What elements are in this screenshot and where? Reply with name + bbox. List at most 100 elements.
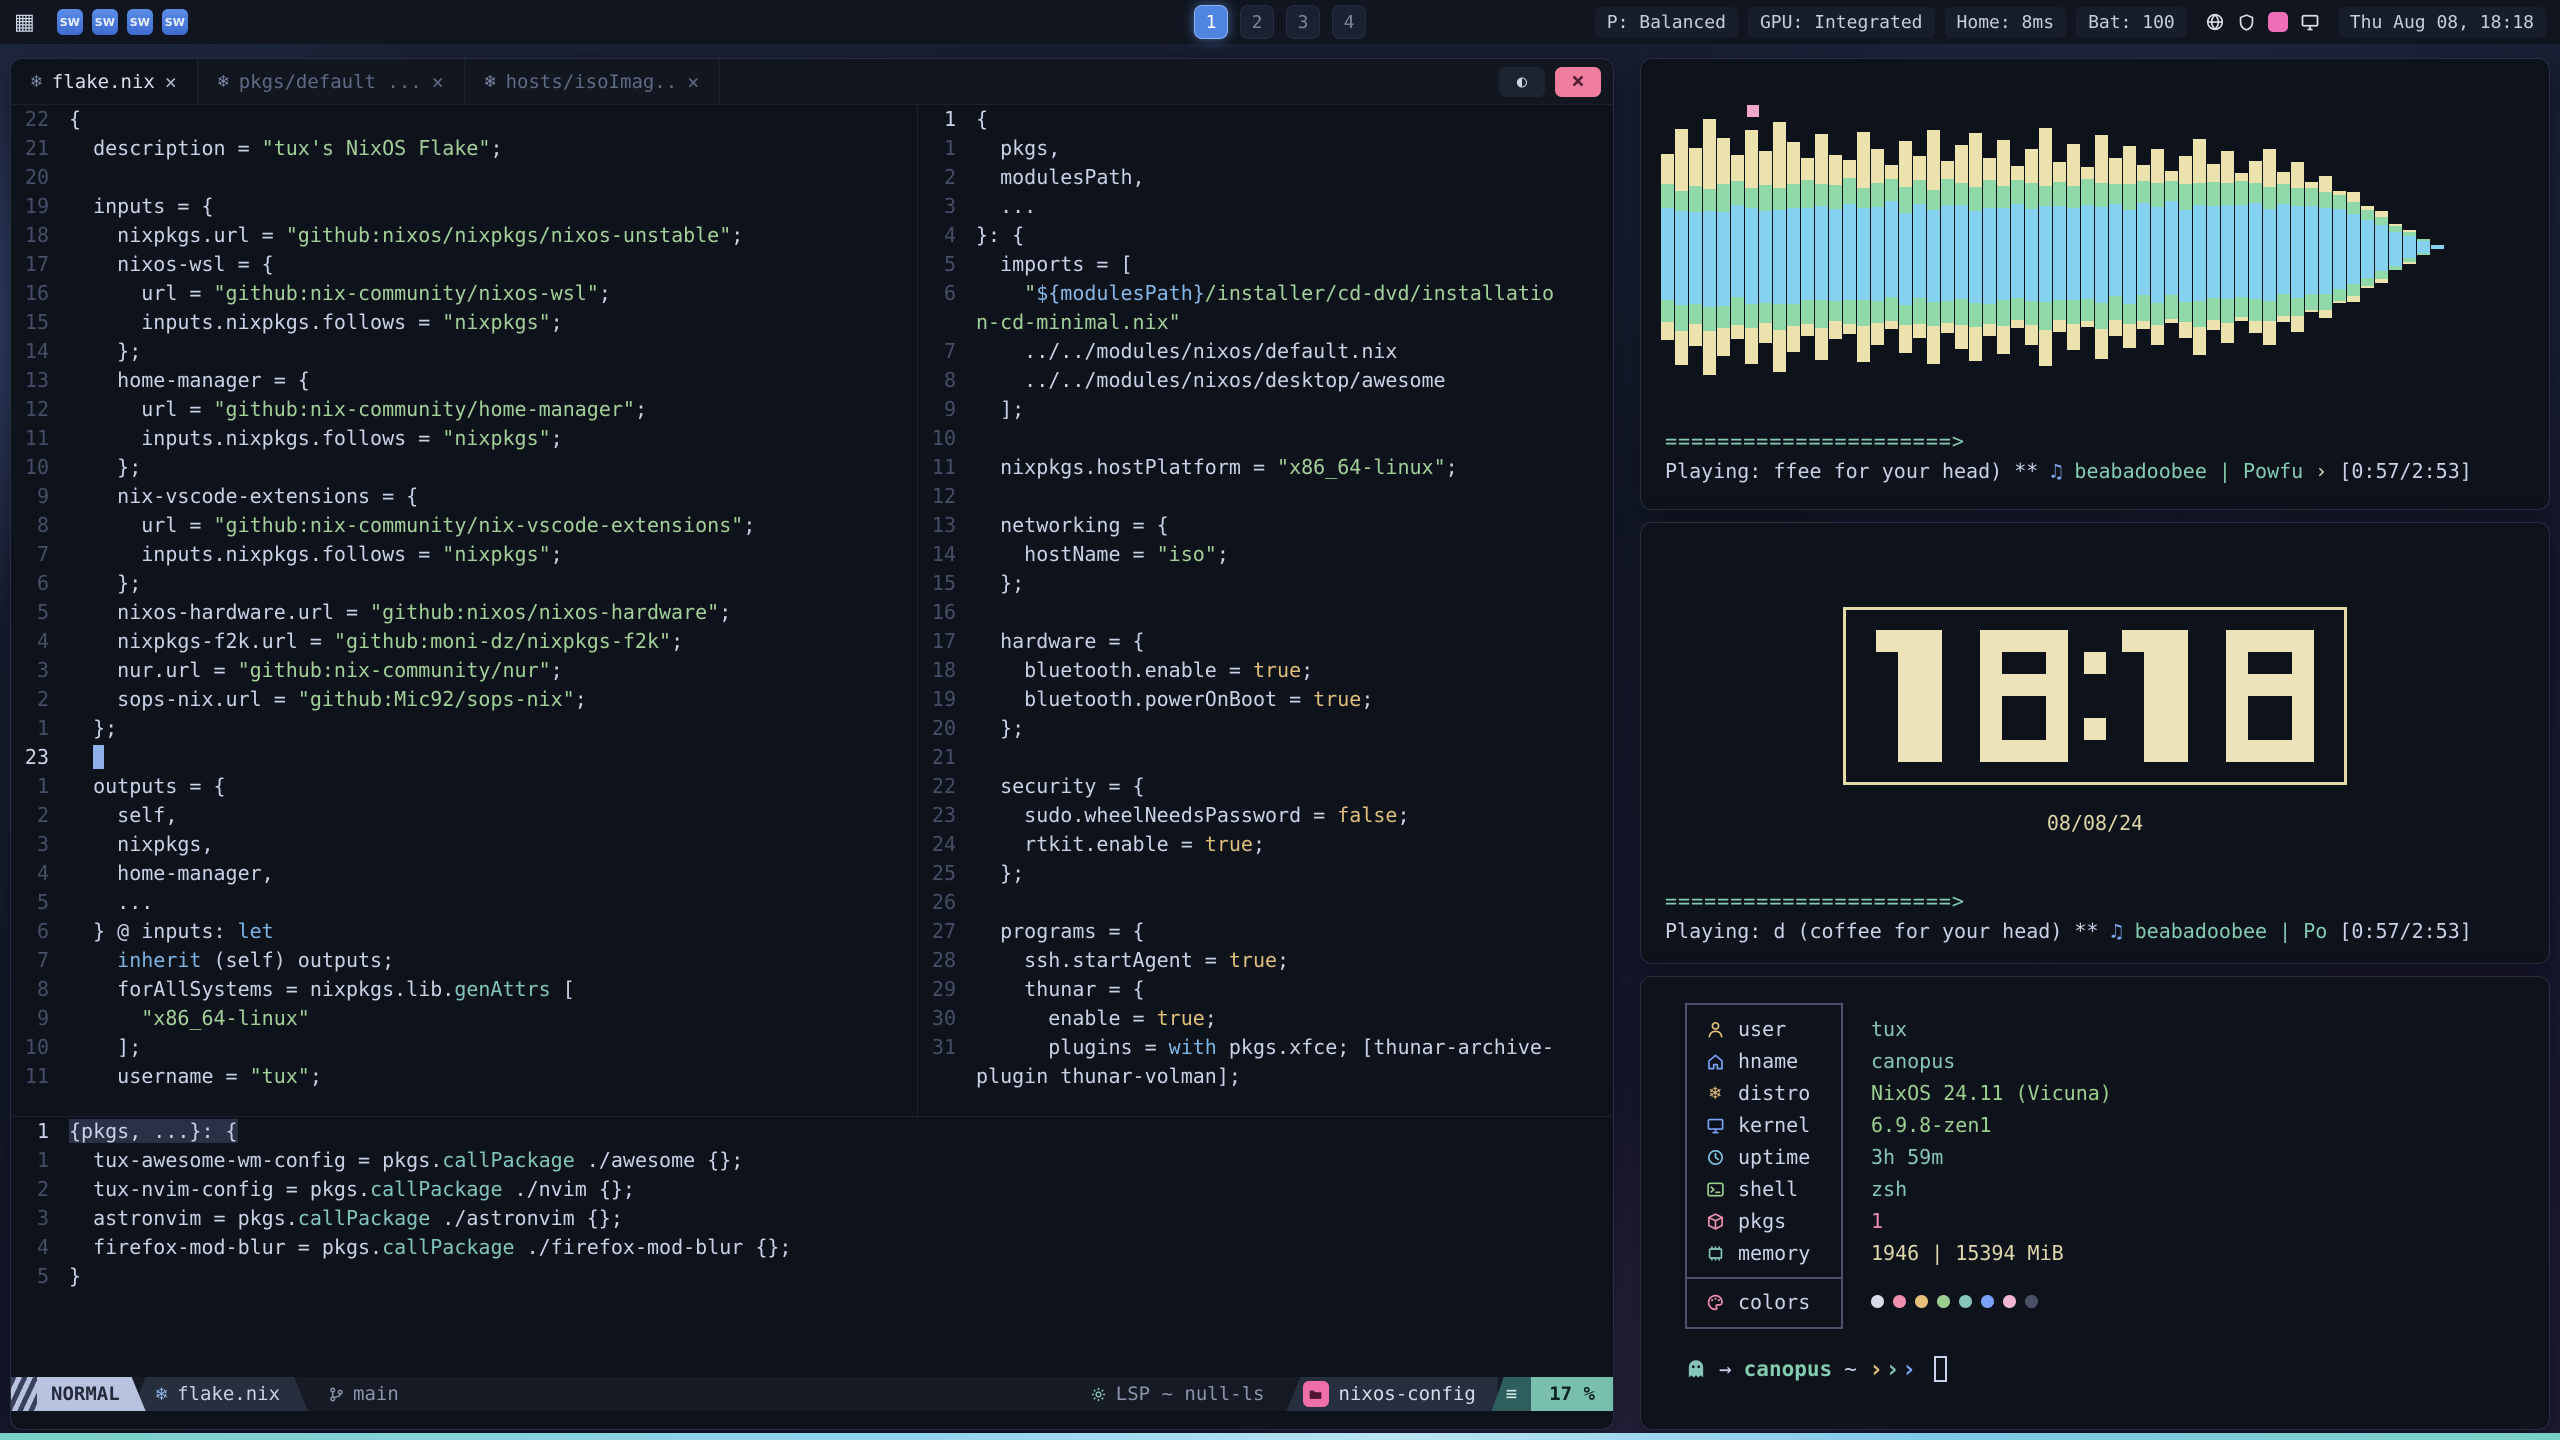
- line-number: 12: [918, 482, 976, 511]
- command-line[interactable]: [11, 1411, 1613, 1430]
- line-number: 25: [918, 859, 976, 888]
- viz-bar: [1731, 155, 1744, 339]
- branch-name: main: [353, 1383, 399, 1405]
- tab-close-icon[interactable]: ×: [432, 70, 444, 94]
- code-line: 5 nixos-hardware.url = "github:nixos/nix…: [11, 598, 917, 627]
- workspace-button-3[interactable]: 3: [1286, 5, 1320, 39]
- tab-label: hosts/isoImag..: [506, 71, 678, 93]
- editor-splits: 22{21 description = "tux's NixOS Flake";…: [11, 105, 1613, 1116]
- nix-icon: ❄: [156, 1383, 167, 1405]
- datetime-chip[interactable]: Thu Aug 08, 18:18: [2338, 7, 2546, 38]
- viz-bar: [1717, 138, 1730, 356]
- code-line: 10: [918, 424, 1613, 453]
- line-number: 23: [918, 801, 976, 830]
- workspace-button-2[interactable]: 2: [1240, 5, 1274, 39]
- line-number: 20: [11, 163, 69, 192]
- viz-bar: [1675, 129, 1688, 365]
- code-line: 25 };: [918, 859, 1613, 888]
- text-cursor: [93, 745, 104, 769]
- code-line: 15 inputs.nixpkgs.follows = "nixpkgs";: [11, 308, 917, 337]
- line-number: 1: [918, 105, 976, 134]
- line-number: 29: [918, 975, 976, 1004]
- fetch-icon: [1703, 1052, 1727, 1071]
- tabline: ❄flake.nix×❄pkgs/default ...×❄ hosts/isoI…: [11, 59, 1613, 105]
- shell-prompt[interactable]: →canopus~›››: [1685, 1355, 2549, 1383]
- line-number: 19: [11, 192, 69, 221]
- tab-1[interactable]: ❄flake.nix×: [11, 59, 198, 104]
- code-text: };: [69, 337, 141, 366]
- code-line: 9 nix-vscode-extensions = {: [11, 482, 917, 511]
- player-separator-2: ======================>: [1641, 889, 2549, 913]
- tab-close-icon[interactable]: ×: [687, 70, 699, 94]
- ghost-icon: [1685, 1358, 1707, 1380]
- viz-bar: [2277, 172, 2290, 322]
- nix-file-icon: ❄: [218, 71, 229, 92]
- pink-app-icon[interactable]: [2268, 12, 2288, 32]
- fetch-value-distro: NixOS 24.11 (Vicuna): [1871, 1077, 2112, 1109]
- workspace-button-1[interactable]: 1: [1194, 5, 1228, 39]
- code-text: };: [976, 569, 1024, 598]
- code-text: };: [69, 569, 141, 598]
- code-text: home-manager,: [69, 859, 274, 888]
- playing-segment: beabadoobee | Powfu: [2074, 459, 2315, 483]
- tag-icon-2[interactable]: SW: [92, 9, 118, 35]
- pane-flake-nix[interactable]: 22{21 description = "tux's NixOS Flake";…: [11, 105, 918, 1116]
- viz-bar: [2221, 151, 2234, 343]
- tab-3[interactable]: ❄hosts/isoImag..×: [465, 59, 720, 104]
- code-line: 6 } @ inputs: let: [11, 917, 917, 946]
- fetch-label: pkgs: [1738, 1209, 1786, 1233]
- workspace-button-4[interactable]: 4: [1332, 5, 1366, 39]
- code-line: 27 programs = {: [918, 917, 1613, 946]
- viz-bar: [1913, 156, 1926, 338]
- code-line: 19 inputs = {: [11, 192, 917, 221]
- code-line: 30 enable = true;: [918, 1004, 1613, 1033]
- tag-icon-1[interactable]: SW: [57, 9, 83, 35]
- branch-icon: [328, 1386, 345, 1403]
- network-globe-icon[interactable]: [2205, 12, 2225, 32]
- fetch-value-pkgs: 1: [1871, 1205, 2112, 1237]
- code-line: 2 self,: [11, 801, 917, 830]
- tag-icon-3[interactable]: SW: [127, 9, 153, 35]
- code-text: rtkit.enable = true;: [976, 830, 1265, 859]
- viz-bar: [2263, 149, 2276, 345]
- line-number: 12: [11, 395, 69, 424]
- app-launcher-icon[interactable]: ▦: [14, 10, 35, 35]
- vim-mode-indicator: NORMAL: [37, 1377, 146, 1411]
- viz-bar: [2067, 144, 2080, 350]
- theme-toggle-button[interactable]: ◐: [1499, 67, 1545, 97]
- code-text: forAllSystems = nixpkgs.lib.genAttrs [: [69, 975, 575, 1004]
- shield-icon[interactable]: [2237, 13, 2256, 32]
- terminal-icon: [1706, 1180, 1725, 1199]
- viz-bar: [1703, 119, 1716, 375]
- viz-bar: [1997, 140, 2010, 354]
- viz-bar: [2109, 158, 2122, 336]
- window-close-button[interactable]: ×: [1555, 67, 1601, 97]
- display-icon[interactable]: [2300, 12, 2320, 32]
- package-icon: [1706, 1212, 1725, 1231]
- project-name: nixos-config: [1339, 1383, 1476, 1405]
- color-dot: [1893, 1295, 1906, 1308]
- terminal-cursor: [1934, 1356, 1947, 1382]
- tab-close-icon[interactable]: ×: [165, 70, 177, 94]
- viz-bar: [2417, 239, 2430, 255]
- tab-2[interactable]: ❄pkgs/default ...×: [198, 59, 465, 104]
- line-number: 5: [11, 888, 69, 917]
- fetch-color-dots: [1871, 1285, 2112, 1317]
- viz-bar: [1843, 160, 1856, 334]
- playing-segment: d (coffee for your head) **: [1773, 919, 2110, 943]
- line-number: 7: [11, 540, 69, 569]
- code-line: 1 };: [11, 714, 917, 743]
- tag-icon-4[interactable]: SW: [162, 9, 188, 35]
- code-line: 26: [918, 888, 1613, 917]
- viz-bar: [2431, 245, 2444, 249]
- topbar-right: P: BalancedGPU: IntegratedHome: 8msBat: …: [1595, 7, 2546, 38]
- lsp-status: LSP ~ null-ls: [1090, 1383, 1265, 1405]
- pane-iso-image[interactable]: 1{1 pkgs,2 modulesPath,3 ...4}: {5 impor…: [918, 105, 1613, 1116]
- pane-pkgs-default[interactable]: 1{pkgs, ...}: {1 tux-awesome-wm-config =…: [11, 1116, 1613, 1377]
- line-number: 4: [918, 221, 976, 250]
- fetch-icon: ❄: [1703, 1082, 1727, 1104]
- code-text: inputs.nixpkgs.follows = "nixpkgs";: [69, 540, 563, 569]
- clock-window: 08/08/24 ======================> Playing…: [1640, 522, 2550, 964]
- line-number: 11: [11, 1062, 69, 1091]
- viz-bar: [2347, 192, 2360, 302]
